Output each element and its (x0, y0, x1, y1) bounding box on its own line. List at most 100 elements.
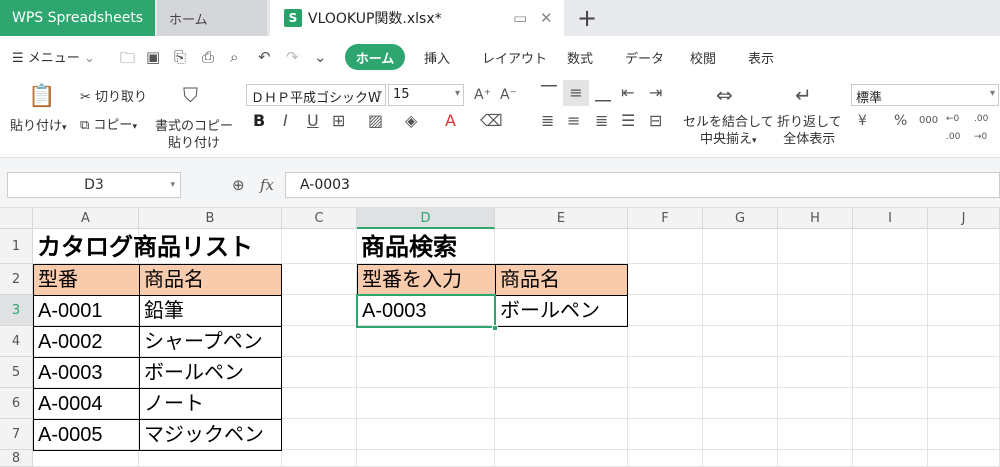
window-icon[interactable]: ▭ (513, 9, 527, 27)
empty-cell[interactable] (853, 326, 928, 357)
empty-cell[interactable] (853, 388, 928, 419)
row-header-5[interactable]: 5 (0, 357, 33, 388)
empty-cell[interactable] (628, 419, 703, 450)
align-center-icon[interactable]: ≡ (567, 112, 580, 130)
empty-cell[interactable] (628, 357, 703, 388)
bold-icon[interactable]: B (253, 112, 265, 130)
align-bottom-icon[interactable]: ⎽ (595, 84, 611, 102)
empty-cell[interactable] (853, 264, 928, 295)
tab-insert[interactable]: 挿入 (424, 48, 450, 67)
empty-cell[interactable] (282, 419, 357, 450)
row-header-1[interactable]: 1 (0, 229, 33, 264)
menu-button[interactable]: ☰ メニュー ⌄ (12, 47, 95, 66)
percent-icon[interactable]: % (894, 112, 907, 130)
underline-icon[interactable]: U (307, 112, 319, 130)
empty-cell[interactable] (628, 264, 703, 295)
number-format-select[interactable]: 標準 ▾ (851, 84, 999, 106)
cell-a4[interactable]: A-0002 (33, 326, 140, 358)
cell-a1[interactable]: カタログ商品リスト (33, 229, 282, 264)
empty-cell[interactable] (778, 229, 853, 264)
tab-layout[interactable]: レイアウト (482, 48, 547, 67)
print-icon[interactable]: ⎙ (202, 48, 214, 66)
empty-cell[interactable] (703, 264, 778, 295)
column-header-j[interactable]: J (928, 208, 1000, 229)
paste-icon[interactable]: 📋 (28, 86, 55, 108)
empty-cell[interactable] (282, 326, 357, 357)
empty-cell[interactable] (703, 295, 778, 326)
currency-icon[interactable]: ¥ (858, 112, 867, 130)
empty-cell[interactable] (928, 357, 1000, 388)
empty-cell[interactable] (928, 264, 1000, 295)
empty-cell[interactable] (495, 357, 628, 388)
row-header-6[interactable]: 6 (0, 388, 33, 419)
cell-b3[interactable]: 鉛筆 (139, 295, 282, 327)
cell-b5[interactable]: ボールペン (139, 357, 282, 389)
align-right-icon[interactable]: ≣ (595, 112, 608, 130)
cell-d3[interactable]: A-0003 (357, 295, 496, 327)
function-icon[interactable]: fx (260, 176, 274, 194)
font-color-icon[interactable]: A (445, 112, 456, 130)
tab-formulas[interactable]: 数式 (567, 48, 593, 67)
tab-view[interactable]: 表示 (748, 48, 774, 67)
empty-cell[interactable] (282, 388, 357, 419)
formula-input[interactable]: A-0003 (285, 172, 1000, 198)
cut-button[interactable]: ✂ 切り取り (80, 86, 147, 105)
cell-d1[interactable]: 商品検索 (357, 229, 495, 264)
empty-cell[interactable] (778, 419, 853, 450)
empty-cell[interactable] (628, 295, 703, 326)
cell-style-icon[interactable]: ▨ (368, 112, 383, 130)
decrease-decimal-icon[interactable]: .00 →0 (974, 110, 988, 146)
empty-cell[interactable] (357, 450, 495, 467)
decrease-indent-icon[interactable]: ⇤ (621, 84, 634, 102)
justify-icon[interactable]: ☰ (621, 112, 635, 130)
cell-b4[interactable]: シャープペン (139, 326, 282, 358)
tab-data[interactable]: データ (625, 48, 664, 67)
name-box[interactable]: D3 ▾ (7, 172, 181, 198)
italic-icon[interactable]: I (283, 112, 288, 130)
zoom-icon[interactable]: ⊕ (232, 176, 245, 194)
empty-cell[interactable] (495, 450, 628, 467)
empty-cell[interactable] (928, 388, 1000, 419)
empty-cell[interactable] (928, 450, 1000, 467)
empty-cell[interactable] (357, 357, 495, 388)
empty-cell[interactable] (703, 419, 778, 450)
export-icon[interactable]: ⎘ (174, 48, 186, 66)
merge-center-button[interactable]: セルを結合して 中央揃え▾ (683, 114, 774, 150)
select-all-corner[interactable] (0, 208, 33, 229)
tab-home[interactable]: ホーム (157, 0, 267, 36)
empty-cell[interactable] (495, 229, 628, 264)
empty-cell[interactable] (628, 326, 703, 357)
tab-review[interactable]: 校閲 (690, 48, 716, 67)
decrease-font-icon[interactable]: A⁻ (500, 86, 517, 104)
empty-cell[interactable] (778, 326, 853, 357)
empty-cell[interactable] (495, 326, 628, 357)
empty-cell[interactable] (853, 229, 928, 264)
border-icon[interactable]: ⊞ (332, 112, 345, 130)
cell-b7[interactable]: マジックペン (139, 419, 282, 451)
row-header-8[interactable]: 8 (0, 450, 33, 467)
cell-e2[interactable]: 商品名 (495, 264, 628, 296)
column-header-b[interactable]: B (139, 208, 282, 229)
format-painter-icon[interactable]: ⛉ (183, 85, 198, 105)
print-preview-icon[interactable]: ⌕ (230, 48, 238, 66)
increase-decimal-icon[interactable]: ←0.00 (946, 110, 960, 146)
empty-cell[interactable] (282, 229, 357, 264)
cell-a5[interactable]: A-0003 (33, 357, 140, 389)
empty-cell[interactable] (703, 450, 778, 467)
undo-icon[interactable]: ↶ (258, 48, 271, 66)
empty-cell[interactable] (628, 450, 703, 467)
increase-font-icon[interactable]: A⁺ (474, 86, 491, 104)
cell-a6[interactable]: A-0004 (33, 388, 140, 420)
customize-chevron-icon[interactable]: ⌄ (314, 48, 327, 66)
row-header-3[interactable]: 3 (0, 295, 33, 326)
close-tab-icon[interactable]: ✕ (540, 9, 553, 27)
increase-indent-icon[interactable]: ⇥ (649, 84, 662, 102)
column-header-d[interactable]: D (357, 208, 495, 229)
empty-cell[interactable] (778, 450, 853, 467)
row-header-4[interactable]: 4 (0, 326, 33, 357)
empty-cell[interactable] (778, 388, 853, 419)
copy-button[interactable]: ⧉ コピー▾ (80, 114, 137, 133)
empty-cell[interactable] (778, 264, 853, 295)
font-name-select[interactable]: ＤＨＰ平成ゴシックW ▾ (246, 84, 386, 106)
tab-home-ribbon[interactable]: ホーム (345, 44, 405, 70)
